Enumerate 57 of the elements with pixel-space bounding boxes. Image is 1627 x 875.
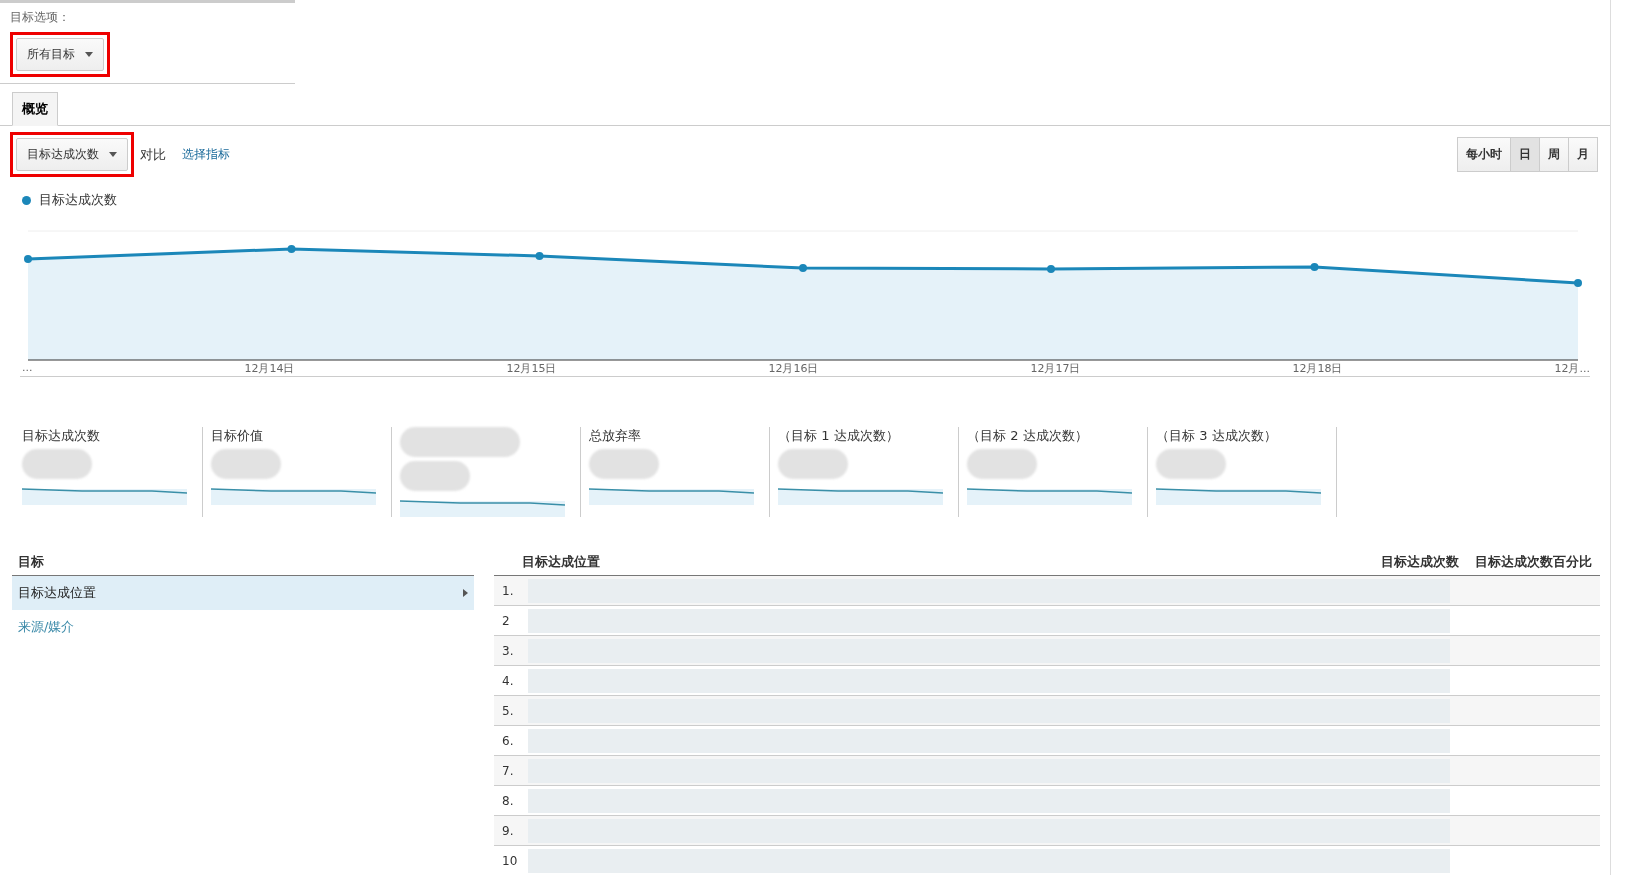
axis-label: 12月14日 (244, 361, 295, 376)
goal-dropdown[interactable]: 所有目标 (16, 38, 104, 71)
goal-options-label: 目标选项： (10, 9, 71, 26)
caret-icon (463, 589, 468, 597)
chart-point (535, 252, 544, 260)
metric-dropdown[interactable]: 目标达成次数 (16, 138, 128, 171)
dimension-item[interactable]: 来源/媒介 (12, 610, 474, 644)
blurred-block (1156, 449, 1226, 479)
axis-label: 12月15日 (506, 361, 557, 376)
blurred-block (778, 449, 848, 479)
metric-label: 总放弃率 (589, 427, 642, 445)
row-index: 1. (501, 583, 515, 598)
row-index: 7. (501, 763, 515, 778)
metric-label: 目标达成次数 (22, 427, 101, 445)
granularity-button[interactable]: 每小时 (1457, 137, 1511, 172)
metric-label: 目标价值 (211, 427, 264, 445)
row-index: 3. (501, 643, 515, 658)
chart-point (799, 264, 807, 272)
axis-label: 12月18日 (1292, 361, 1343, 376)
select-metric-link[interactable]: 选择指标 (182, 146, 230, 163)
granularity-button[interactable]: 周 (1539, 137, 1569, 172)
axis-label: ... (22, 361, 33, 376)
blurred-block (22, 449, 92, 479)
caret-icon (85, 52, 93, 57)
chart-point (1574, 279, 1582, 287)
dimension-item[interactable]: 目标达成位置 (12, 576, 474, 610)
row-index: 8. (501, 793, 515, 808)
column-header: 目标达成次数 (1380, 553, 1460, 571)
granularity-button[interactable]: 日 (1510, 137, 1540, 172)
blurred-block (400, 461, 470, 491)
blurred-block (589, 449, 659, 479)
column-header: 目标达成位置 (521, 553, 601, 571)
row-index: 5. (501, 703, 515, 718)
metric-label: （目标 2 达成次数） (967, 427, 1089, 445)
blurred-block (967, 449, 1037, 479)
compare-label: 对比 (140, 145, 166, 164)
column-header: 目标达成次数百分比 (1474, 553, 1593, 571)
row-index: 2 (501, 613, 511, 628)
blurred-block (211, 449, 281, 479)
metric-label: （目标 3 达成次数） (1156, 427, 1278, 445)
axis-label: 12月... (1554, 361, 1590, 376)
chart-point (24, 255, 32, 263)
axis-label: 12月16日 (768, 361, 819, 376)
legend-dot (22, 195, 31, 205)
chart-point (1047, 265, 1055, 273)
row-index: 4. (501, 673, 515, 688)
caret-icon (109, 152, 117, 157)
row-index: 9. (501, 823, 515, 838)
axis-label: 12月17日 (1030, 361, 1081, 376)
chart-point (287, 245, 296, 253)
legend-label: 目标达成次数 (39, 191, 117, 209)
row-index: 6. (501, 733, 515, 748)
metric-label: （目标 1 达成次数） (778, 427, 900, 445)
tab[interactable]: 概览 (12, 92, 58, 126)
granularity-button[interactable]: 月 (1568, 137, 1598, 172)
chart-point (1310, 263, 1319, 271)
row-index: 10 (501, 853, 519, 868)
